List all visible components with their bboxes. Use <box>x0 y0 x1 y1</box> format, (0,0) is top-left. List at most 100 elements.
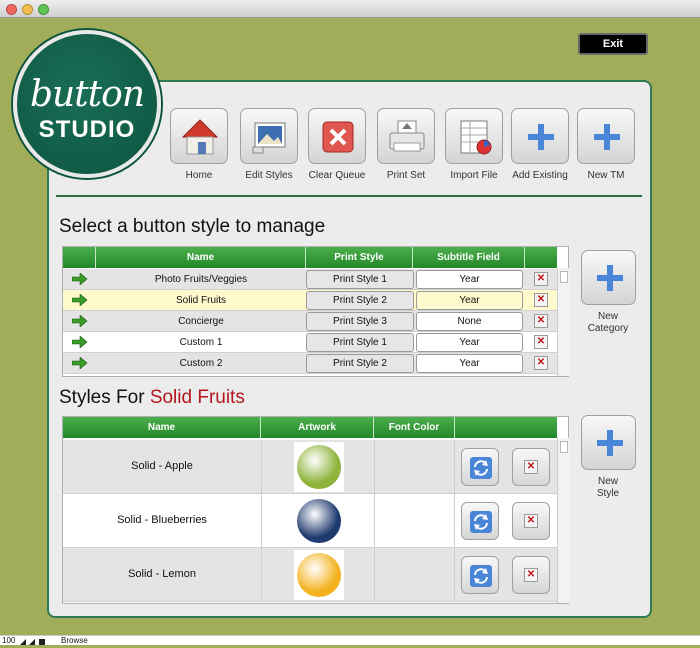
new-category-label-line2: Category <box>587 323 629 334</box>
refresh-button[interactable] <box>461 556 499 594</box>
edit-image-icon <box>252 122 286 154</box>
column-header-print-style: Print Style <box>306 247 413 268</box>
clear-x-icon <box>322 121 354 153</box>
printer-icon <box>389 120 425 152</box>
refresh-button[interactable] <box>461 448 499 486</box>
delete-style-button[interactable]: ✕ <box>512 502 550 540</box>
print-style-select[interactable]: Print Style 3 <box>306 312 414 331</box>
subtitle-field-select[interactable]: Year <box>416 291 523 310</box>
artwork-thumbnail[interactable] <box>294 496 344 546</box>
logo-line1: button <box>29 74 145 115</box>
zoom-controls[interactable] <box>20 638 48 645</box>
minimize-window-button[interactable] <box>22 4 33 15</box>
column-header-artwork: Artwork <box>261 417 374 438</box>
exit-button[interactable]: Exit <box>578 33 648 55</box>
delete-style-button[interactable]: ✕ <box>512 448 550 486</box>
subtitle-field-select[interactable]: Year <box>416 333 523 352</box>
spreadsheet-icon <box>460 120 492 155</box>
section2-title-category: Solid Fruits <box>149 387 245 408</box>
artwork-button-preview <box>297 445 341 489</box>
delete-style-button[interactable]: ✕ <box>512 556 550 594</box>
new-style-label: New Style <box>568 476 648 500</box>
styles-table: Name Artwork Font Color Solid - Apple ✕ … <box>62 416 569 604</box>
scrollbar-thumb[interactable] <box>560 271 568 283</box>
subtitle-field-select[interactable]: Year <box>416 354 523 373</box>
artwork-cell <box>261 548 374 602</box>
table-row[interactable]: Concierge Print Style 3 None ✕ <box>63 311 557 332</box>
table-row[interactable]: Solid - Blueberries ✕ <box>63 494 557 548</box>
scrollbar-thumb[interactable] <box>560 441 568 453</box>
print-style-select[interactable]: Print Style 2 <box>306 354 414 373</box>
artwork-button-preview <box>297 553 341 597</box>
select-row-arrow-icon[interactable] <box>63 357 96 378</box>
style-name: Solid - Lemon <box>128 568 196 580</box>
toolbar-divider <box>56 195 642 197</box>
new-style-label-line1: New <box>597 476 618 487</box>
category-table: Name Print Style Subtitle Field Photo Fr… <box>62 246 569 377</box>
table-row[interactable]: Solid - Lemon ✕ <box>63 548 557 602</box>
styles-table-scrollbar[interactable] <box>557 438 569 603</box>
row-name: Solid Fruits <box>175 295 226 306</box>
delete-icon: ✕ <box>524 514 538 528</box>
clear-queue-label: Clear Queue <box>308 170 366 181</box>
delete-row-button[interactable]: ✕ <box>534 335 548 349</box>
home-icon <box>181 119 219 155</box>
print-set-button[interactable] <box>377 108 435 164</box>
table-row[interactable]: Custom 2 Print Style 2 Year ✕ <box>63 353 557 374</box>
row-name: Photo Fruits/Veggies <box>154 274 248 285</box>
close-window-button[interactable] <box>6 4 17 15</box>
artwork-thumbnail[interactable] <box>294 442 344 492</box>
style-name: Solid - Blueberries <box>117 514 207 526</box>
artwork-cell <box>261 440 374 494</box>
new-style-button[interactable] <box>581 415 636 470</box>
column-header-name: Name <box>63 417 261 438</box>
row-name: Custom 2 <box>179 358 223 369</box>
column-header-arrow <box>63 247 96 268</box>
zoom-window-button[interactable] <box>38 4 49 15</box>
section2-title: Styles For Solid Fruits <box>59 387 245 409</box>
delete-row-button[interactable]: ✕ <box>534 356 548 370</box>
new-category-button[interactable] <box>581 250 636 305</box>
plus-icon <box>597 265 623 291</box>
logo-line2: STUDIO <box>38 116 136 143</box>
table-row[interactable]: Custom 1 Print Style 1 Year ✕ <box>63 332 557 353</box>
delete-icon: ✕ <box>524 460 538 474</box>
status-bar: 100 Browse <box>0 635 700 645</box>
subtitle-field-select[interactable]: None <box>416 312 523 331</box>
row-name: Custom 1 <box>179 337 223 348</box>
plus-icon <box>594 124 620 150</box>
new-tm-button[interactable] <box>577 108 635 164</box>
artwork-button-preview <box>297 499 341 543</box>
clear-queue-button[interactable] <box>308 108 366 164</box>
delete-row-button[interactable]: ✕ <box>534 293 548 307</box>
artwork-thumbnail[interactable] <box>294 550 344 600</box>
table-row[interactable]: Solid Fruits Print Style 2 Year ✕ <box>63 290 557 311</box>
delete-row-button[interactable]: ✕ <box>534 314 548 328</box>
new-tm-label: New TM <box>587 170 625 181</box>
new-style-label-line2: Style <box>596 488 620 499</box>
refresh-icon <box>470 511 492 533</box>
refresh-button[interactable] <box>461 502 499 540</box>
table-row[interactable]: Photo Fruits/Veggies Print Style 1 Year … <box>63 269 557 290</box>
subtitle-field-select[interactable]: Year <box>416 270 523 289</box>
import-file-button[interactable] <box>445 108 503 164</box>
plus-icon <box>528 124 554 150</box>
print-style-select[interactable]: Print Style 1 <box>306 270 414 289</box>
column-header-delete <box>525 247 557 268</box>
add-existing-button[interactable] <box>511 108 569 164</box>
table-row[interactable]: Solid - Apple ✕ <box>63 440 557 494</box>
section1-title: Select a button style to manage <box>59 216 326 237</box>
print-style-select[interactable]: Print Style 2 <box>306 291 414 310</box>
font-color-cell[interactable] <box>374 494 455 548</box>
home-button[interactable] <box>170 108 228 164</box>
section2-title-prefix: Styles For <box>59 387 150 408</box>
font-color-cell[interactable] <box>374 548 455 602</box>
row-name: Concierge <box>178 316 224 327</box>
delete-row-button[interactable]: ✕ <box>534 272 548 286</box>
column-header-actions <box>455 417 557 438</box>
print-style-select[interactable]: Print Style 1 <box>306 333 414 352</box>
edit-styles-button[interactable] <box>240 108 298 164</box>
delete-icon: ✕ <box>524 568 538 582</box>
artwork-cell <box>261 494 374 548</box>
font-color-cell[interactable] <box>374 440 455 494</box>
